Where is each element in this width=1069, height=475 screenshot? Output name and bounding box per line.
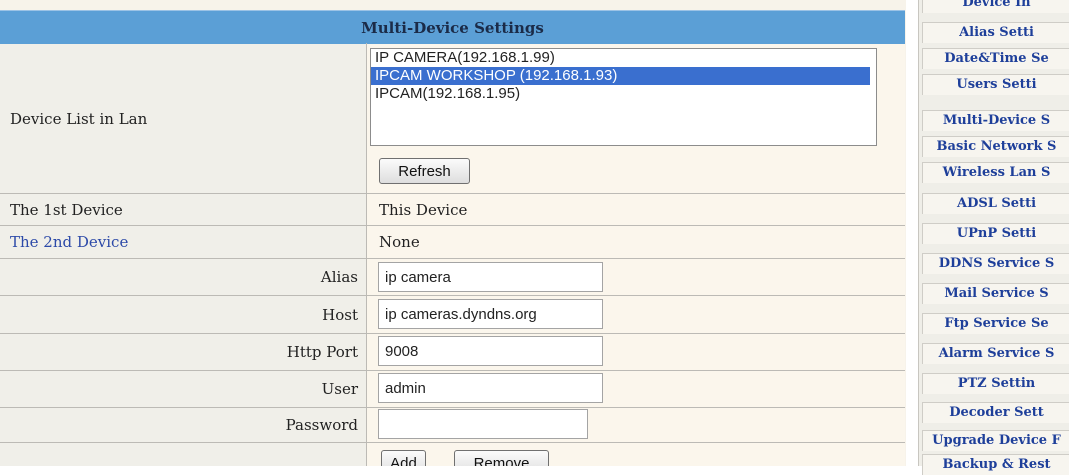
nav-item-alarm-service[interactable]: Alarm Service S — [922, 343, 1069, 364]
nav-item-device-info[interactable]: Device In — [922, 0, 1069, 13]
remove-button[interactable]: Remove — [454, 450, 549, 466]
nav-item-ftp-service[interactable]: Ftp Service Se — [922, 313, 1069, 334]
nav-item-upnp[interactable]: UPnP Setti — [922, 223, 1069, 244]
nav-item-users[interactable]: Users Setti — [922, 74, 1069, 95]
nav-item-basic-network[interactable]: Basic Network S — [922, 136, 1069, 157]
user-input[interactable] — [378, 373, 603, 403]
refresh-button[interactable]: Refresh — [379, 158, 470, 184]
multi-device-settings-panel: Multi-Device Settings Device List in Lan… — [0, 0, 906, 466]
host-input[interactable] — [378, 299, 603, 329]
nav-item-wireless-lan[interactable]: Wireless Lan S — [922, 162, 1069, 183]
second-device-value: None — [367, 226, 905, 258]
second-device-link[interactable]: The 2nd Device — [0, 226, 366, 258]
panel-title: Multi-Device Settings — [0, 10, 905, 44]
device-option-selected[interactable]: IPCAM WORKSHOP (192.168.1.93) — [371, 67, 870, 85]
first-device-value: This Device — [367, 194, 905, 225]
add-button[interactable]: Add — [381, 450, 426, 466]
host-label: Host — [0, 296, 366, 333]
nav-item-ptz[interactable]: PTZ Settin — [922, 373, 1069, 394]
second-device-row: The 2nd Device None — [0, 226, 905, 258]
password-label: Password — [0, 408, 366, 442]
nav-item-ddns[interactable]: DDNS Service S — [922, 253, 1069, 274]
device-option[interactable]: IP CAMERA(192.168.1.99) — [371, 49, 876, 67]
nav-item-datetime[interactable]: Date&Time Se — [922, 48, 1069, 69]
http-port-input[interactable] — [378, 336, 603, 366]
password-input[interactable] — [378, 409, 588, 439]
device-list-label: Device List in Lan — [0, 44, 366, 193]
nav-item-alias[interactable]: Alias Setti — [922, 22, 1069, 43]
actions-row — [0, 443, 905, 466]
http-port-label: Http Port — [0, 334, 366, 370]
alias-label: Alias — [0, 259, 366, 295]
nav-item-upgrade-device[interactable]: Upgrade Device F — [922, 430, 1069, 451]
user-label: User — [0, 371, 366, 407]
alias-input[interactable] — [378, 262, 603, 292]
nav-item-backup-restore[interactable]: Backup & Rest — [922, 454, 1069, 475]
actions-label-cell — [0, 443, 366, 466]
first-device-label: The 1st Device — [0, 194, 366, 225]
device-option[interactable]: IPCAM(192.168.1.95) — [371, 85, 876, 103]
device-listbox[interactable]: IP CAMERA(192.168.1.99) IPCAM WORKSHOP (… — [370, 48, 877, 146]
actions-cell — [367, 443, 905, 466]
nav-item-mail-service[interactable]: Mail Service S — [922, 283, 1069, 304]
settings-nav-menu: Device In Alias Setti Date&Time Se Users… — [918, 0, 1069, 475]
nav-item-decoder[interactable]: Decoder Sett — [922, 402, 1069, 423]
nav-item-adsl[interactable]: ADSL Setti — [922, 193, 1069, 214]
first-device-row: The 1st Device This Device — [0, 194, 905, 225]
nav-item-multi-device[interactable]: Multi-Device S — [922, 110, 1069, 131]
